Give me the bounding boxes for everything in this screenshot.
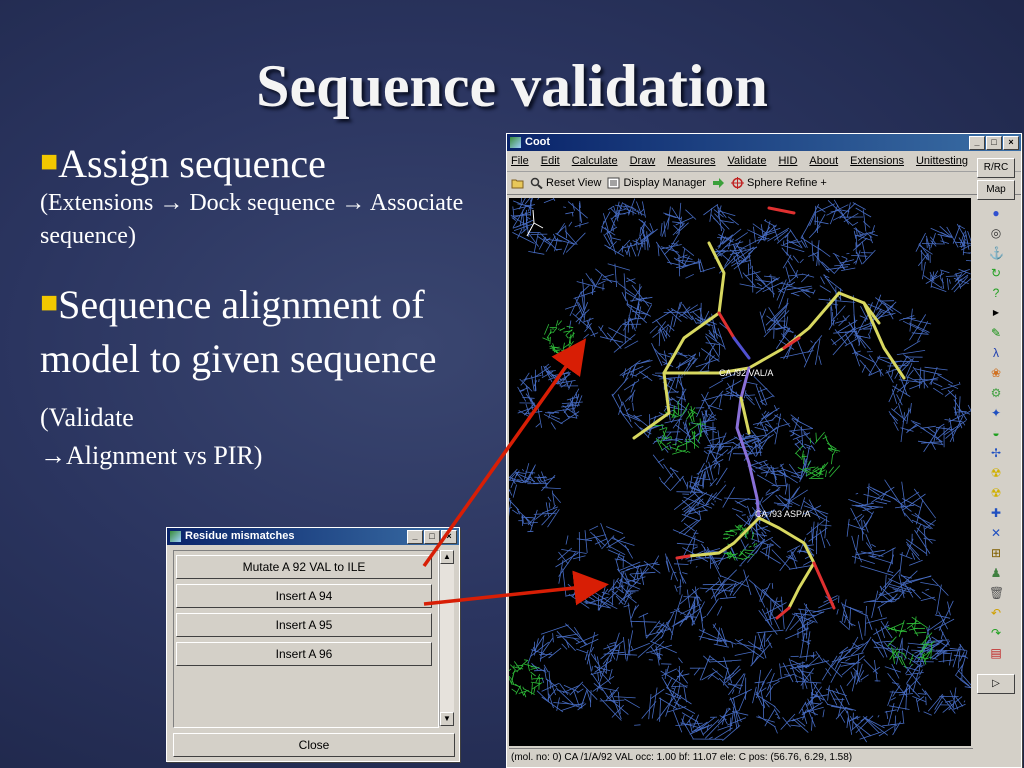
menu-draw[interactable]: Draw <box>630 155 656 167</box>
menu-validate[interactable]: Validate <box>728 155 767 167</box>
map-button[interactable]: Map <box>977 180 1015 200</box>
trash-icon[interactable]: 🗑 <box>989 586 1004 600</box>
bullet2-text: Sequence alignment of model to given seq… <box>40 282 437 381</box>
coot-menubar: File Edit Calculate Draw Measures Valida… <box>507 151 1021 172</box>
maximize-button[interactable]: □ <box>986 136 1002 150</box>
question-green-icon[interactable]: ? <box>989 286 1003 300</box>
minimize-button[interactable]: _ <box>407 530 423 544</box>
mutate-a92-button[interactable]: Mutate A 92 VAL to ILE <box>176 555 432 579</box>
insert-a94-button[interactable]: Insert A 94 <box>176 584 432 608</box>
insert-a96-button[interactable]: Insert A 96 <box>176 642 432 666</box>
open-folder-button[interactable] <box>511 177 524 189</box>
bullet-assign-sequence: ■Assign sequence (Extensions → Dock sequ… <box>40 140 480 253</box>
menu-calculate[interactable]: Calculate <box>572 155 618 167</box>
minimize-button[interactable]: _ <box>969 136 985 150</box>
list-icon <box>607 177 620 189</box>
insert-a95-button[interactable]: Insert A 95 <box>176 613 432 637</box>
mismatch-scrollbar[interactable]: ▲ ▼ <box>439 550 454 726</box>
coot-statusbar: (mol. no: 0) CA /1/A/92 VAL occ: 1.00 bf… <box>509 748 973 766</box>
magnifier-icon <box>530 177 543 189</box>
close-button[interactable]: × <box>441 530 457 544</box>
slide-title: Sequence validation <box>256 53 768 119</box>
bullet-sequence-alignment: ■Sequence alignment of model to given se… <box>40 276 490 473</box>
sphere-refine-button[interactable]: Sphere Refine + <box>730 177 827 189</box>
bullet1-title: Assign sequence <box>58 141 326 186</box>
coot-sidebar: R/RC Map ● ◎ ⚓ ↻ ? ▶ ✎ λ ❀ ⚙ ✦ ◒ ✢ ☢ ☢ ✚… <box>975 156 1017 764</box>
menu-about[interactable]: About <box>809 155 838 167</box>
residue-label-93: CA /93 ASP/A <box>755 509 811 519</box>
undo-icon[interactable]: ↶ <box>989 606 1003 620</box>
radiation-alt-icon[interactable]: ☢ <box>989 486 1003 500</box>
bowl-icon[interactable]: ◒ <box>989 426 1003 440</box>
radiation-icon[interactable]: ☢ <box>989 466 1003 480</box>
go-button[interactable] <box>712 177 725 189</box>
lambda-icon[interactable]: λ <box>989 346 1003 360</box>
arrow-right-icon <box>712 178 724 188</box>
scroll-down-icon[interactable]: ▼ <box>440 712 454 726</box>
reset-view-button[interactable]: Reset View <box>530 177 601 189</box>
plus-box-icon[interactable]: ⊞ <box>989 546 1003 560</box>
rrc-button[interactable]: R/RC <box>977 158 1015 178</box>
add-atom-icon[interactable]: ✚ <box>989 506 1003 520</box>
cross-icon[interactable]: ✕ <box>989 526 1003 540</box>
menu-edit[interactable]: Edit <box>541 155 560 167</box>
residue-mismatches-titlebar[interactable]: Residue mismatches _ □ × <box>167 528 459 545</box>
molecular-graphics-canvas[interactable]: CA /92 VAL/A CA /93 ASP/A <box>509 198 971 746</box>
coot-window: Coot _ □ × File Edit Calculate Draw Meas… <box>506 133 1022 768</box>
menu-file[interactable]: File <box>511 155 529 167</box>
bullet2-sub-b: →Alignment vs PIR) <box>40 441 263 470</box>
bullet-square-icon: ■ <box>40 145 59 178</box>
bullet-square-icon: ■ <box>40 286 59 319</box>
ring-icon[interactable]: ⚙ <box>989 386 1003 400</box>
density-map-view: CA /92 VAL/A CA /93 ASP/A <box>509 198 971 743</box>
close-button[interactable]: × <box>1003 136 1019 150</box>
display-manager-button[interactable]: Display Manager <box>607 177 706 189</box>
folder-icon <box>511 179 524 189</box>
star-blue-icon[interactable]: ✦ <box>989 406 1003 420</box>
menu-extensions[interactable]: Extensions <box>850 155 904 167</box>
residue-mismatches-window: Residue mismatches _ □ × Mutate A 92 VAL… <box>166 527 460 762</box>
menu-unittesting[interactable]: Unittesting <box>916 155 968 167</box>
menu-measures[interactable]: Measures <box>667 155 715 167</box>
crosshair-icon <box>730 177 744 189</box>
coot-titlebar[interactable]: Coot _ □ × <box>507 134 1021 151</box>
menu-hid[interactable]: HID <box>778 155 797 167</box>
flag-icon[interactable]: ▤ <box>989 646 1003 660</box>
mismatch-list: Mutate A 92 VAL to ILE Insert A 94 Inser… <box>173 550 439 728</box>
bullet1-sub: (Extensions → Dock sequence → Associate … <box>40 190 464 249</box>
target-icon[interactable]: ◎ <box>989 226 1003 240</box>
coot-app-icon <box>510 137 521 148</box>
maximize-button[interactable]: □ <box>424 530 440 544</box>
coot-title: Coot <box>525 136 551 148</box>
refine-green-icon[interactable]: ✎ <box>989 326 1003 340</box>
rotate-green-icon[interactable]: ↻ <box>989 266 1003 280</box>
dialog-app-icon <box>170 531 181 542</box>
person-icon[interactable]: ♟ <box>989 566 1003 580</box>
globe-icon[interactable]: ● <box>989 206 1003 220</box>
swirl-icon[interactable]: ❀ <box>989 366 1003 380</box>
bullet2-sub-a: (Validate <box>40 403 134 432</box>
coot-toolbar: Reset View Display Manager Sphere Refine… <box>507 172 1021 195</box>
residue-mismatches-title: Residue mismatches <box>185 530 295 542</box>
expand-button[interactable]: ▷ <box>977 674 1015 694</box>
molecule-icon[interactable]: ✢ <box>989 446 1003 460</box>
triangle-small-icon[interactable]: ▶ <box>989 306 1003 320</box>
residue-label-92: CA /92 VAL/A <box>719 368 773 378</box>
close-dialog-button[interactable]: Close <box>173 733 455 757</box>
anchor-icon[interactable]: ⚓ <box>989 246 1004 260</box>
redo-icon[interactable]: ↷ <box>989 626 1003 640</box>
scroll-up-icon[interactable]: ▲ <box>440 550 454 564</box>
